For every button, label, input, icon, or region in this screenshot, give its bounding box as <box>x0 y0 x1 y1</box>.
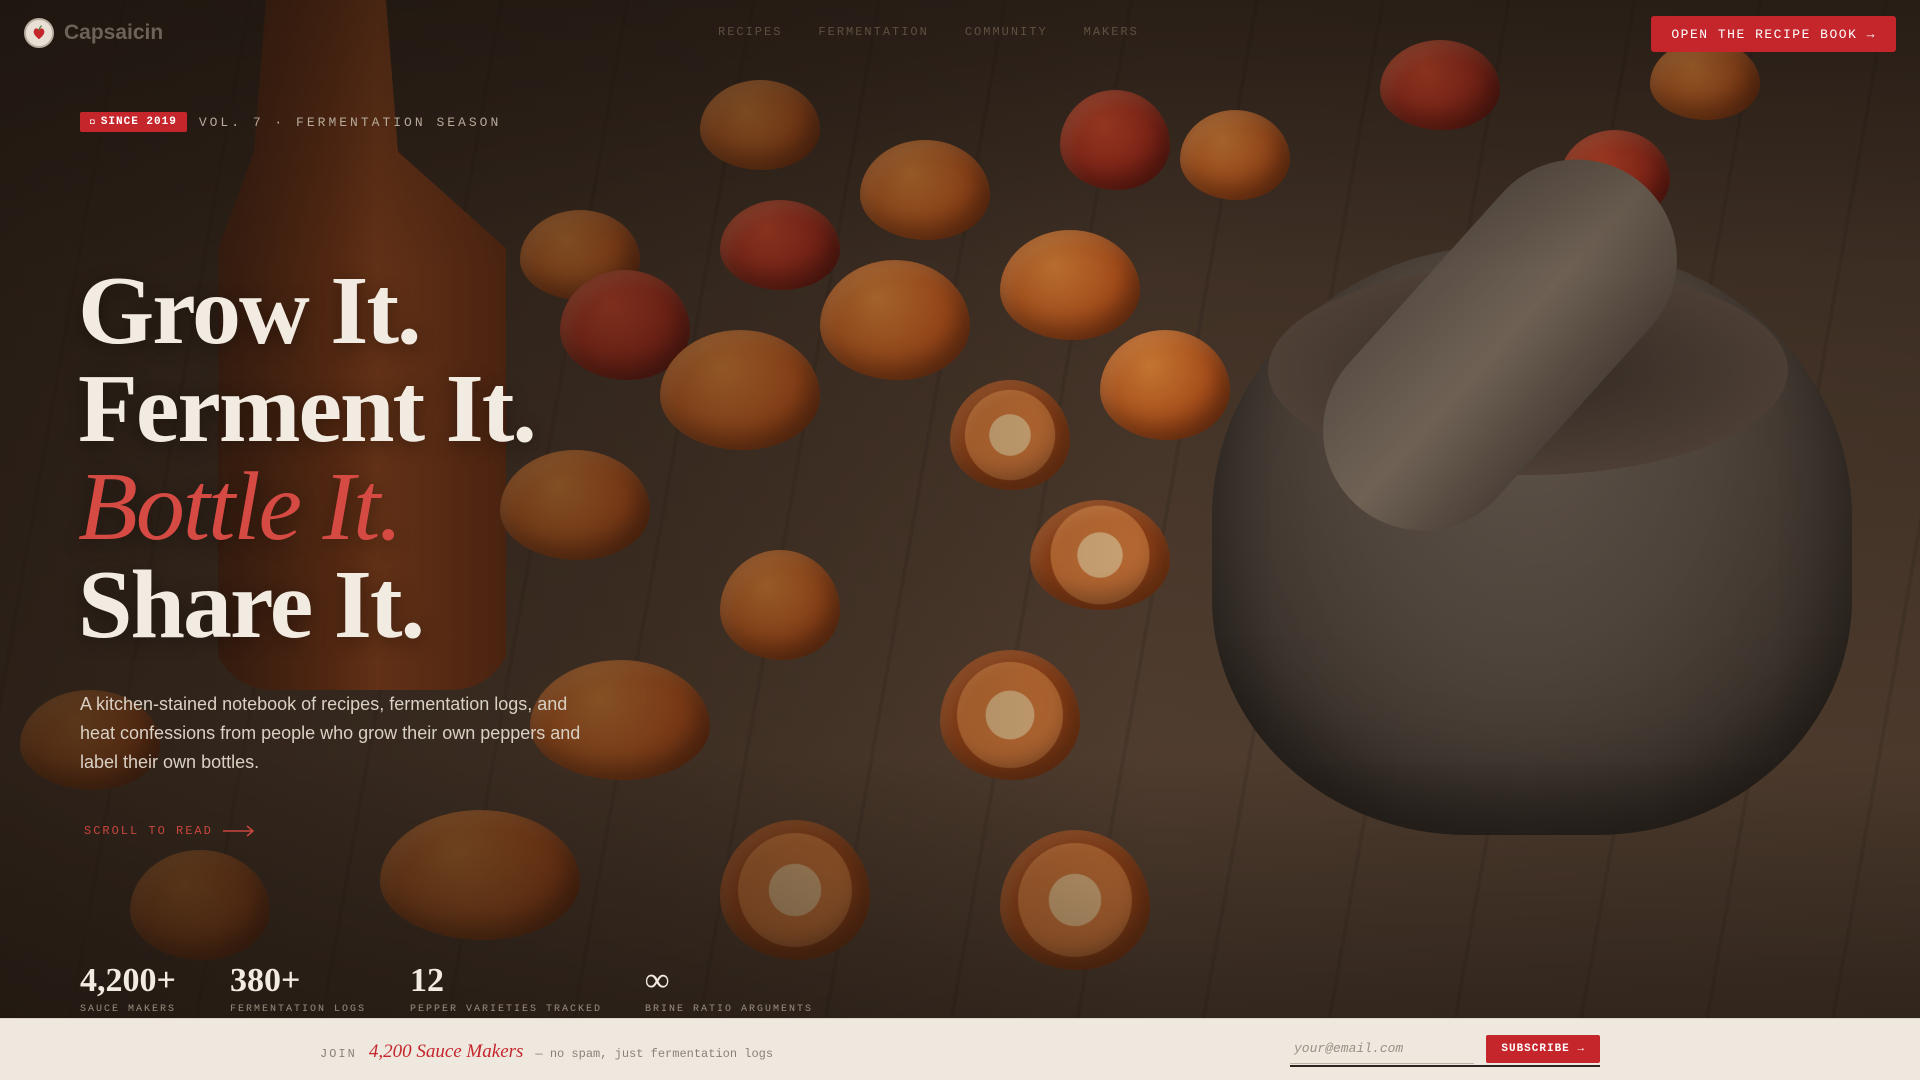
top-nav: Capsaicin RECIPES FERMENTATION COMMUNITY… <box>0 0 1920 66</box>
stat-label: BRINE RATIO ARGUMENTS <box>645 1004 814 1015</box>
headline-line-3: Bottle It. <box>78 453 403 561</box>
newsletter-bar: JOIN 4,200 Sauce Makers — no spam, just … <box>0 1018 1920 1080</box>
hero-tag-row: ◘ SINCE 2019 VOL. 7 · FERMENTATION SEASO… <box>80 112 501 132</box>
scroll-label: SCROLL TO READ <box>84 824 213 838</box>
stat-pepper-varieties: 12 PEPPER VARIETIES TRACKED <box>410 962 645 1015</box>
logo[interactable]: Capsaicin <box>24 18 163 48</box>
email-input[interactable] <box>1290 1034 1475 1064</box>
stat-value: 4,200+ <box>80 962 176 999</box>
pepper-heart-icon <box>24 18 54 48</box>
stat-fermentation-logs: 380+ FERMENTATION LOGS <box>230 962 410 1015</box>
headline-line-4: Share It. <box>78 551 425 659</box>
open-recipe-book-button[interactable]: OPEN THE RECIPE BOOK → <box>1651 16 1896 52</box>
nav-link-community[interactable]: COMMUNITY <box>965 25 1048 39</box>
seal-dot-icon: ◘ <box>90 117 96 127</box>
stat-sauce-makers: 4,200+ SAUCE MAKERS <box>80 962 230 1015</box>
hero-description: A kitchen-stained notebook of recipes, f… <box>80 694 581 772</box>
nav-link-recipes[interactable]: RECIPES <box>718 25 782 39</box>
stat-value: 380+ <box>230 962 301 999</box>
stat-brine-arguments: ∞ BRINE RATIO ARGUMENTS <box>645 962 845 1015</box>
nav-link-fermentation[interactable]: FERMENTATION <box>818 25 928 39</box>
scroll-to-read-link[interactable]: SCROLL TO READ <box>84 824 255 838</box>
stat-label: PEPPER VARIETIES TRACKED <box>410 1004 603 1015</box>
hero-headline: Grow It. Ferment It. Bottle It. Share It… <box>78 257 537 659</box>
headline-line-1: Grow It. <box>78 257 421 365</box>
stat-value: ∞ <box>645 962 670 999</box>
since-badge-label: SINCE 2019 <box>100 116 177 128</box>
subscriber-count: 4,200 Sauce Makers <box>368 1041 524 1062</box>
stats-row: 4,200+ SAUCE MAKERS 380+ FERMENTATION LO… <box>80 962 845 1015</box>
since-badge: ◘ SINCE 2019 <box>80 112 187 132</box>
join-label: JOIN <box>320 1047 357 1061</box>
join-message: JOIN 4,200 Sauce Makers — no spam, just … <box>320 1041 773 1063</box>
subscribe-form: SUBSCRIBE → <box>1290 1033 1600 1067</box>
headline-line-2: Ferment It. <box>78 355 537 463</box>
stat-label: FERMENTATION LOGS <box>230 1004 367 1015</box>
arrow-right-icon <box>222 825 254 837</box>
no-spam-note: — no spam, just fermentation logs <box>535 1047 774 1061</box>
nav-links: RECIPES FERMENTATION COMMUNITY MAKERS <box>718 25 1139 39</box>
nav-link-makers[interactable]: MAKERS <box>1084 25 1139 39</box>
brand-name: Capsaicin <box>64 21 164 44</box>
stat-label: SAUCE MAKERS <box>80 1004 177 1015</box>
stat-value: 12 <box>410 962 444 999</box>
volume-label: VOL. 7 · FERMENTATION SEASON <box>198 114 502 130</box>
subscribe-button[interactable]: SUBSCRIBE → <box>1486 1035 1600 1063</box>
